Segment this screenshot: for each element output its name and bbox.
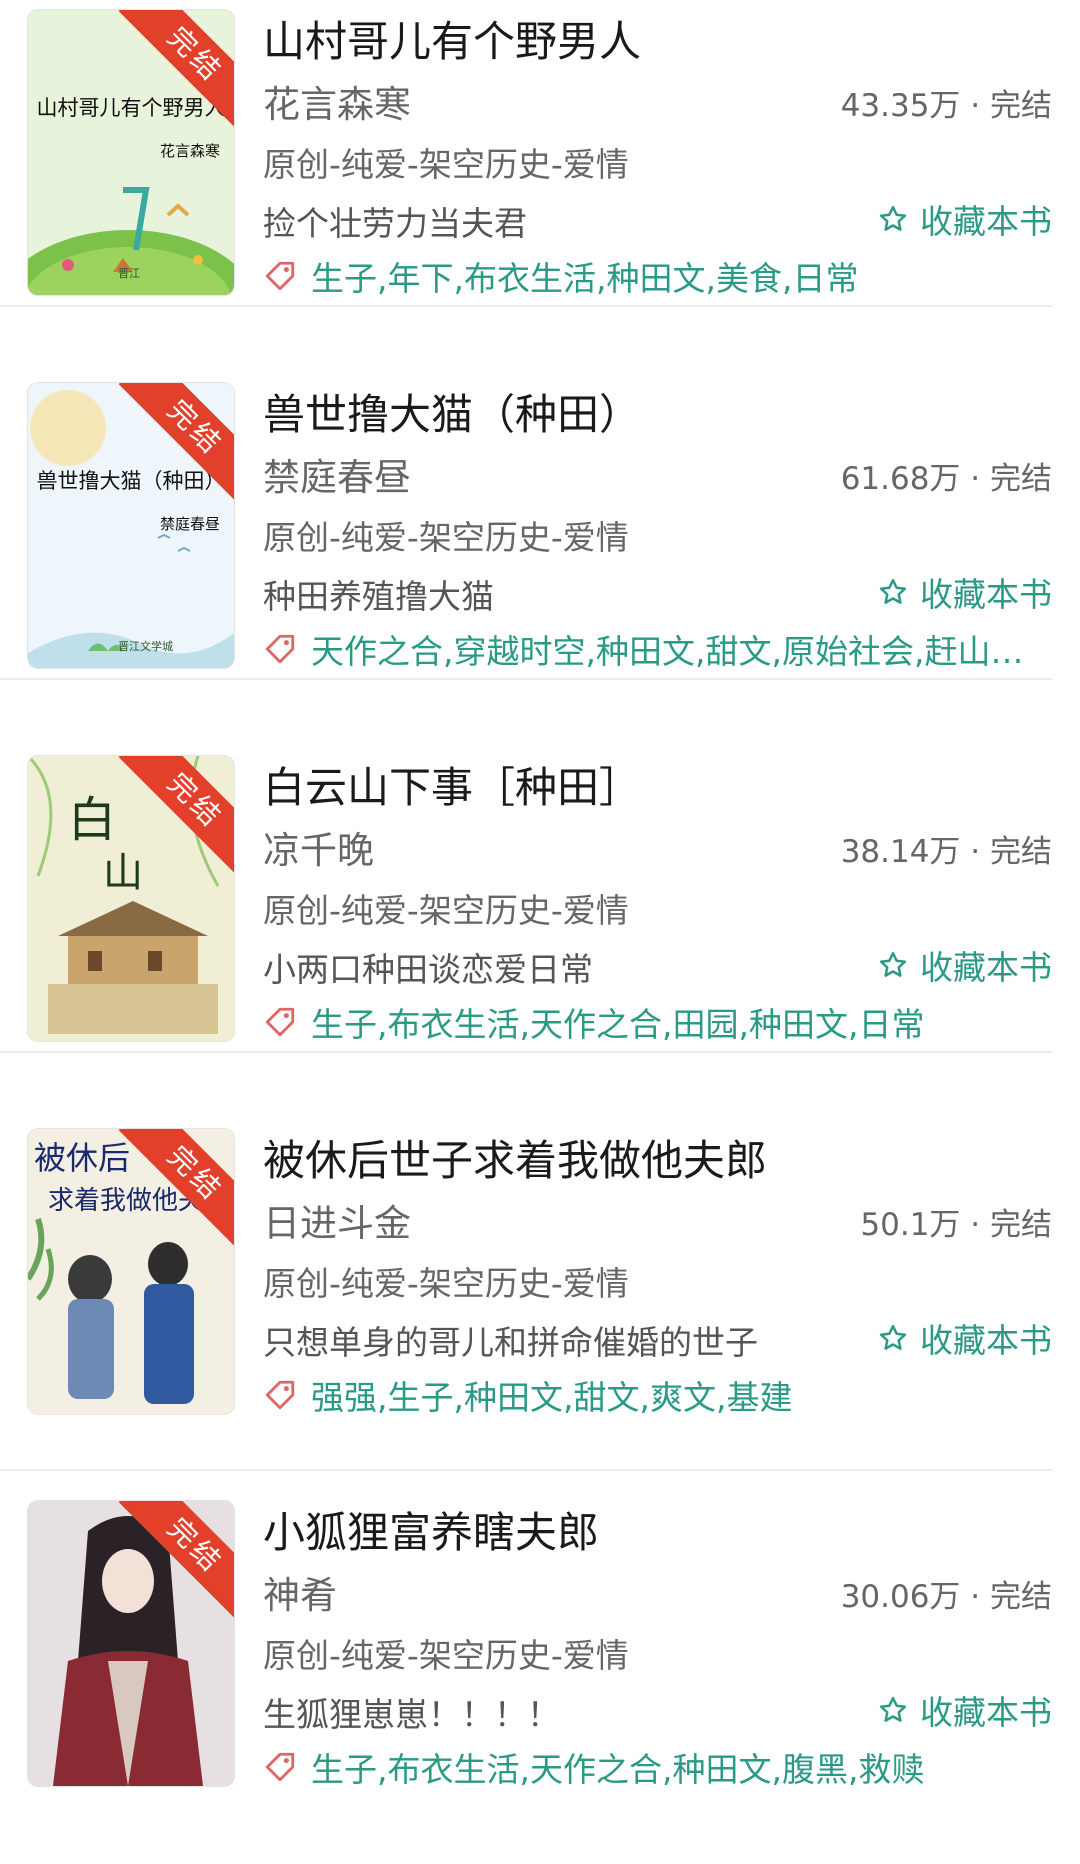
book-author[interactable]: 日进斗金 bbox=[263, 1193, 411, 1247]
cover-author: 花言森寒 bbox=[159, 142, 220, 160]
book-description: 种田养殖撸大猫 bbox=[263, 577, 494, 616]
favorite-label: 收藏本书 bbox=[920, 1693, 1052, 1732]
favorite-button[interactable]: 收藏本书 bbox=[878, 195, 1052, 243]
book-category: 原创-纯爱-架空历史-爱情 bbox=[263, 1636, 629, 1675]
divider bbox=[0, 1051, 1052, 1053]
cover-title: 兽世撸大猫（种田） bbox=[36, 469, 226, 493]
tags-text[interactable]: 生子,布衣生活,天作之合,种田文,腹黑,救赎 bbox=[311, 1743, 924, 1791]
book-title[interactable]: 山村哥儿有个野男人 bbox=[263, 8, 641, 69]
star-outline-icon bbox=[879, 205, 907, 231]
tags-text[interactable]: 生子,年下,布衣生活,种田文,美食,日常 bbox=[311, 252, 858, 300]
favorite-label: 收藏本书 bbox=[920, 948, 1052, 987]
divider bbox=[0, 1469, 1052, 1471]
svg-text:被休后: 被休后 bbox=[34, 1139, 130, 1177]
book-author[interactable]: 禁庭春昼 bbox=[263, 447, 411, 501]
cover-brand: 晋江 bbox=[118, 267, 140, 280]
favorite-button[interactable]: 收藏本书 bbox=[878, 1686, 1052, 1734]
favorite-button[interactable]: 收藏本书 bbox=[878, 941, 1052, 989]
book-category: 原创-纯爱-架空历史-爱情 bbox=[263, 518, 629, 557]
svg-text:白: 白 bbox=[68, 792, 116, 848]
book-category: 原创-纯爱-架空历史-爱情 bbox=[263, 891, 629, 930]
price-tag-icon bbox=[265, 261, 295, 291]
divider bbox=[0, 305, 1052, 307]
cover-title: 山村哥儿有个野男人 bbox=[36, 96, 226, 120]
book-category: 原创-纯爱-架空历史-爱情 bbox=[263, 1264, 629, 1303]
book-stats: 43.35万 · 完结 bbox=[840, 88, 1052, 124]
book-tags: 生子,年下,布衣生活,种田文,美食,日常 bbox=[263, 252, 1048, 300]
book-title[interactable]: 白云山下事［种田］ bbox=[263, 754, 641, 815]
book-cover[interactable]: 被休后 求着我做他夫郎 完结 bbox=[28, 1129, 234, 1414]
cover-brand: 晋江文学城 bbox=[118, 640, 173, 653]
book-author[interactable]: 神肴 bbox=[263, 1565, 337, 1619]
star-outline-icon bbox=[879, 1696, 907, 1722]
favorite-label: 收藏本书 bbox=[920, 575, 1052, 614]
favorite-button[interactable]: 收藏本书 bbox=[878, 1314, 1052, 1362]
book-item[interactable]: 兽世撸大猫（种田） 禁庭春昼 晋江文学城 完结 兽世撸大猫（种田） 禁庭春昼 6… bbox=[0, 373, 1080, 746]
book-tags: 天作之合,穿越时空,种田文,甜文,原始社会,赶山… bbox=[263, 625, 1048, 673]
tags-text[interactable]: 强强,生子,种田文,甜文,爽文,基建 bbox=[311, 1371, 792, 1419]
book-description: 捡个壮劳力当夫君 bbox=[263, 204, 527, 243]
price-tag-icon bbox=[265, 634, 295, 664]
book-tags: 生子,布衣生活,天作之合,田园,种田文,日常 bbox=[263, 998, 1048, 1046]
book-stats: 61.68万 · 完结 bbox=[840, 461, 1052, 497]
divider bbox=[0, 678, 1052, 680]
favorite-label: 收藏本书 bbox=[920, 1321, 1052, 1360]
book-description: 只想单身的哥儿和拼命催婚的世子 bbox=[263, 1323, 758, 1362]
book-author[interactable]: 凉千晚 bbox=[263, 820, 374, 874]
price-tag-icon bbox=[265, 1752, 295, 1782]
book-cover[interactable]: 山村哥儿有个野男人 花言森寒 晋江 完结 bbox=[28, 10, 234, 295]
book-item[interactable]: 被休后 求着我做他夫郎 完结 被休后世子求着我做他夫郎 日进斗金 50.1万 ·… bbox=[0, 1119, 1080, 1492]
book-title[interactable]: 兽世撸大猫（种田） bbox=[263, 381, 641, 442]
favorite-button[interactable]: 收藏本书 bbox=[878, 568, 1052, 616]
book-author[interactable]: 花言森寒 bbox=[263, 74, 411, 128]
tags-text[interactable]: 生子,布衣生活,天作之合,田园,种田文,日常 bbox=[311, 998, 924, 1046]
book-description: 生狐狸崽崽！！！！ bbox=[263, 1695, 560, 1734]
favorite-label: 收藏本书 bbox=[920, 202, 1052, 241]
book-tags: 生子,布衣生活,天作之合,种田文,腹黑,救赎 bbox=[263, 1743, 1048, 1791]
book-description: 小两口种田谈恋爱日常 bbox=[263, 950, 593, 989]
svg-text:山: 山 bbox=[103, 850, 143, 896]
book-cover[interactable]: 完结 bbox=[28, 1501, 234, 1786]
book-item[interactable]: 白 山 完结 白云山下事［种田］ 凉千晚 38.14万 · 完结 原创-纯爱-架… bbox=[0, 746, 1080, 1119]
star-outline-icon bbox=[879, 1324, 907, 1350]
book-stats: 30.06万 · 完结 bbox=[840, 1579, 1052, 1615]
book-category: 原创-纯爱-架空历史-爱情 bbox=[263, 145, 629, 184]
book-stats: 38.14万 · 完结 bbox=[840, 834, 1052, 870]
book-item[interactable]: 山村哥儿有个野男人 花言森寒 晋江 完结 山村哥儿有个野男人 花言森寒 43.3… bbox=[0, 0, 1080, 373]
tags-text[interactable]: 天作之合,穿越时空,种田文,甜文,原始社会,赶山… bbox=[311, 625, 1023, 673]
star-outline-icon bbox=[879, 951, 907, 977]
book-title[interactable]: 小狐狸富养瞎夫郎 bbox=[263, 1499, 599, 1560]
price-tag-icon bbox=[265, 1380, 295, 1410]
book-stats: 50.1万 · 完结 bbox=[860, 1207, 1052, 1243]
price-tag-icon bbox=[265, 1007, 295, 1037]
book-tags: 强强,生子,种田文,甜文,爽文,基建 bbox=[263, 1371, 1048, 1419]
cover-author: 禁庭春昼 bbox=[159, 515, 220, 533]
book-item[interactable]: 完结 小狐狸富养瞎夫郎 神肴 30.06万 · 完结 原创-纯爱-架空历史-爱情… bbox=[0, 1491, 1080, 1864]
book-list: 山村哥儿有个野男人 花言森寒 晋江 完结 山村哥儿有个野男人 花言森寒 43.3… bbox=[0, 0, 1080, 1791]
book-cover[interactable]: 兽世撸大猫（种田） 禁庭春昼 晋江文学城 完结 bbox=[28, 383, 234, 668]
book-cover[interactable]: 白 山 完结 bbox=[28, 756, 234, 1041]
star-outline-icon bbox=[879, 578, 907, 604]
book-title[interactable]: 被休后世子求着我做他夫郎 bbox=[263, 1127, 767, 1188]
